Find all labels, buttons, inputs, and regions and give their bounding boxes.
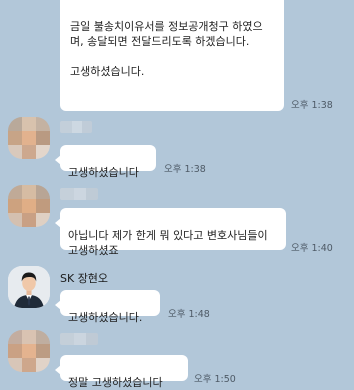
sender-name bbox=[60, 333, 98, 345]
message-time: 오후 1:48 bbox=[168, 309, 210, 320]
message-time: 오후 1:38 bbox=[164, 164, 206, 175]
message-bubble[interactable]: 아닙니다 제가 한게 뭐 있다고 변호사님들이 고생하셨죠 bbox=[55, 208, 286, 257]
message-time: 오후 1:50 bbox=[194, 374, 236, 385]
sender-name bbox=[60, 121, 92, 133]
sender-name: SK 장현오 bbox=[60, 272, 109, 285]
avatar[interactable] bbox=[8, 185, 50, 227]
sender-name bbox=[60, 188, 98, 200]
message-text: 고생하셨습니다. bbox=[68, 311, 143, 324]
message-text: 정말 고생하셨습니다 bbox=[68, 376, 163, 389]
message-time: 오후 1:38 bbox=[291, 100, 333, 111]
avatar[interactable] bbox=[8, 330, 50, 372]
avatar[interactable] bbox=[8, 266, 50, 308]
message-bubble[interactable]: 금일 불송치이유서를 정보공개청구 하였으며, 송달되면 전달드리도록 하겠습니… bbox=[60, 0, 284, 111]
avatar[interactable] bbox=[8, 117, 50, 159]
message-text: 고생하셨습니다 bbox=[68, 166, 139, 179]
message-text: 금일 불송치이유서를 정보공개청구 하였으며, 송달되면 전달드리도록 하겠습니… bbox=[70, 20, 263, 78]
message-bubble[interactable]: 고생하셨습니다. bbox=[55, 290, 160, 324]
message-time: 오후 1:40 bbox=[291, 243, 333, 254]
message-bubble[interactable]: 고생하셨습니다 bbox=[55, 145, 156, 179]
message-bubble[interactable]: 정말 고생하셨습니다 bbox=[55, 355, 188, 389]
message-text: 아닙니다 제가 한게 뭐 있다고 변호사님들이 고생하셨죠 bbox=[68, 229, 268, 257]
profile-photo-icon bbox=[8, 266, 50, 308]
